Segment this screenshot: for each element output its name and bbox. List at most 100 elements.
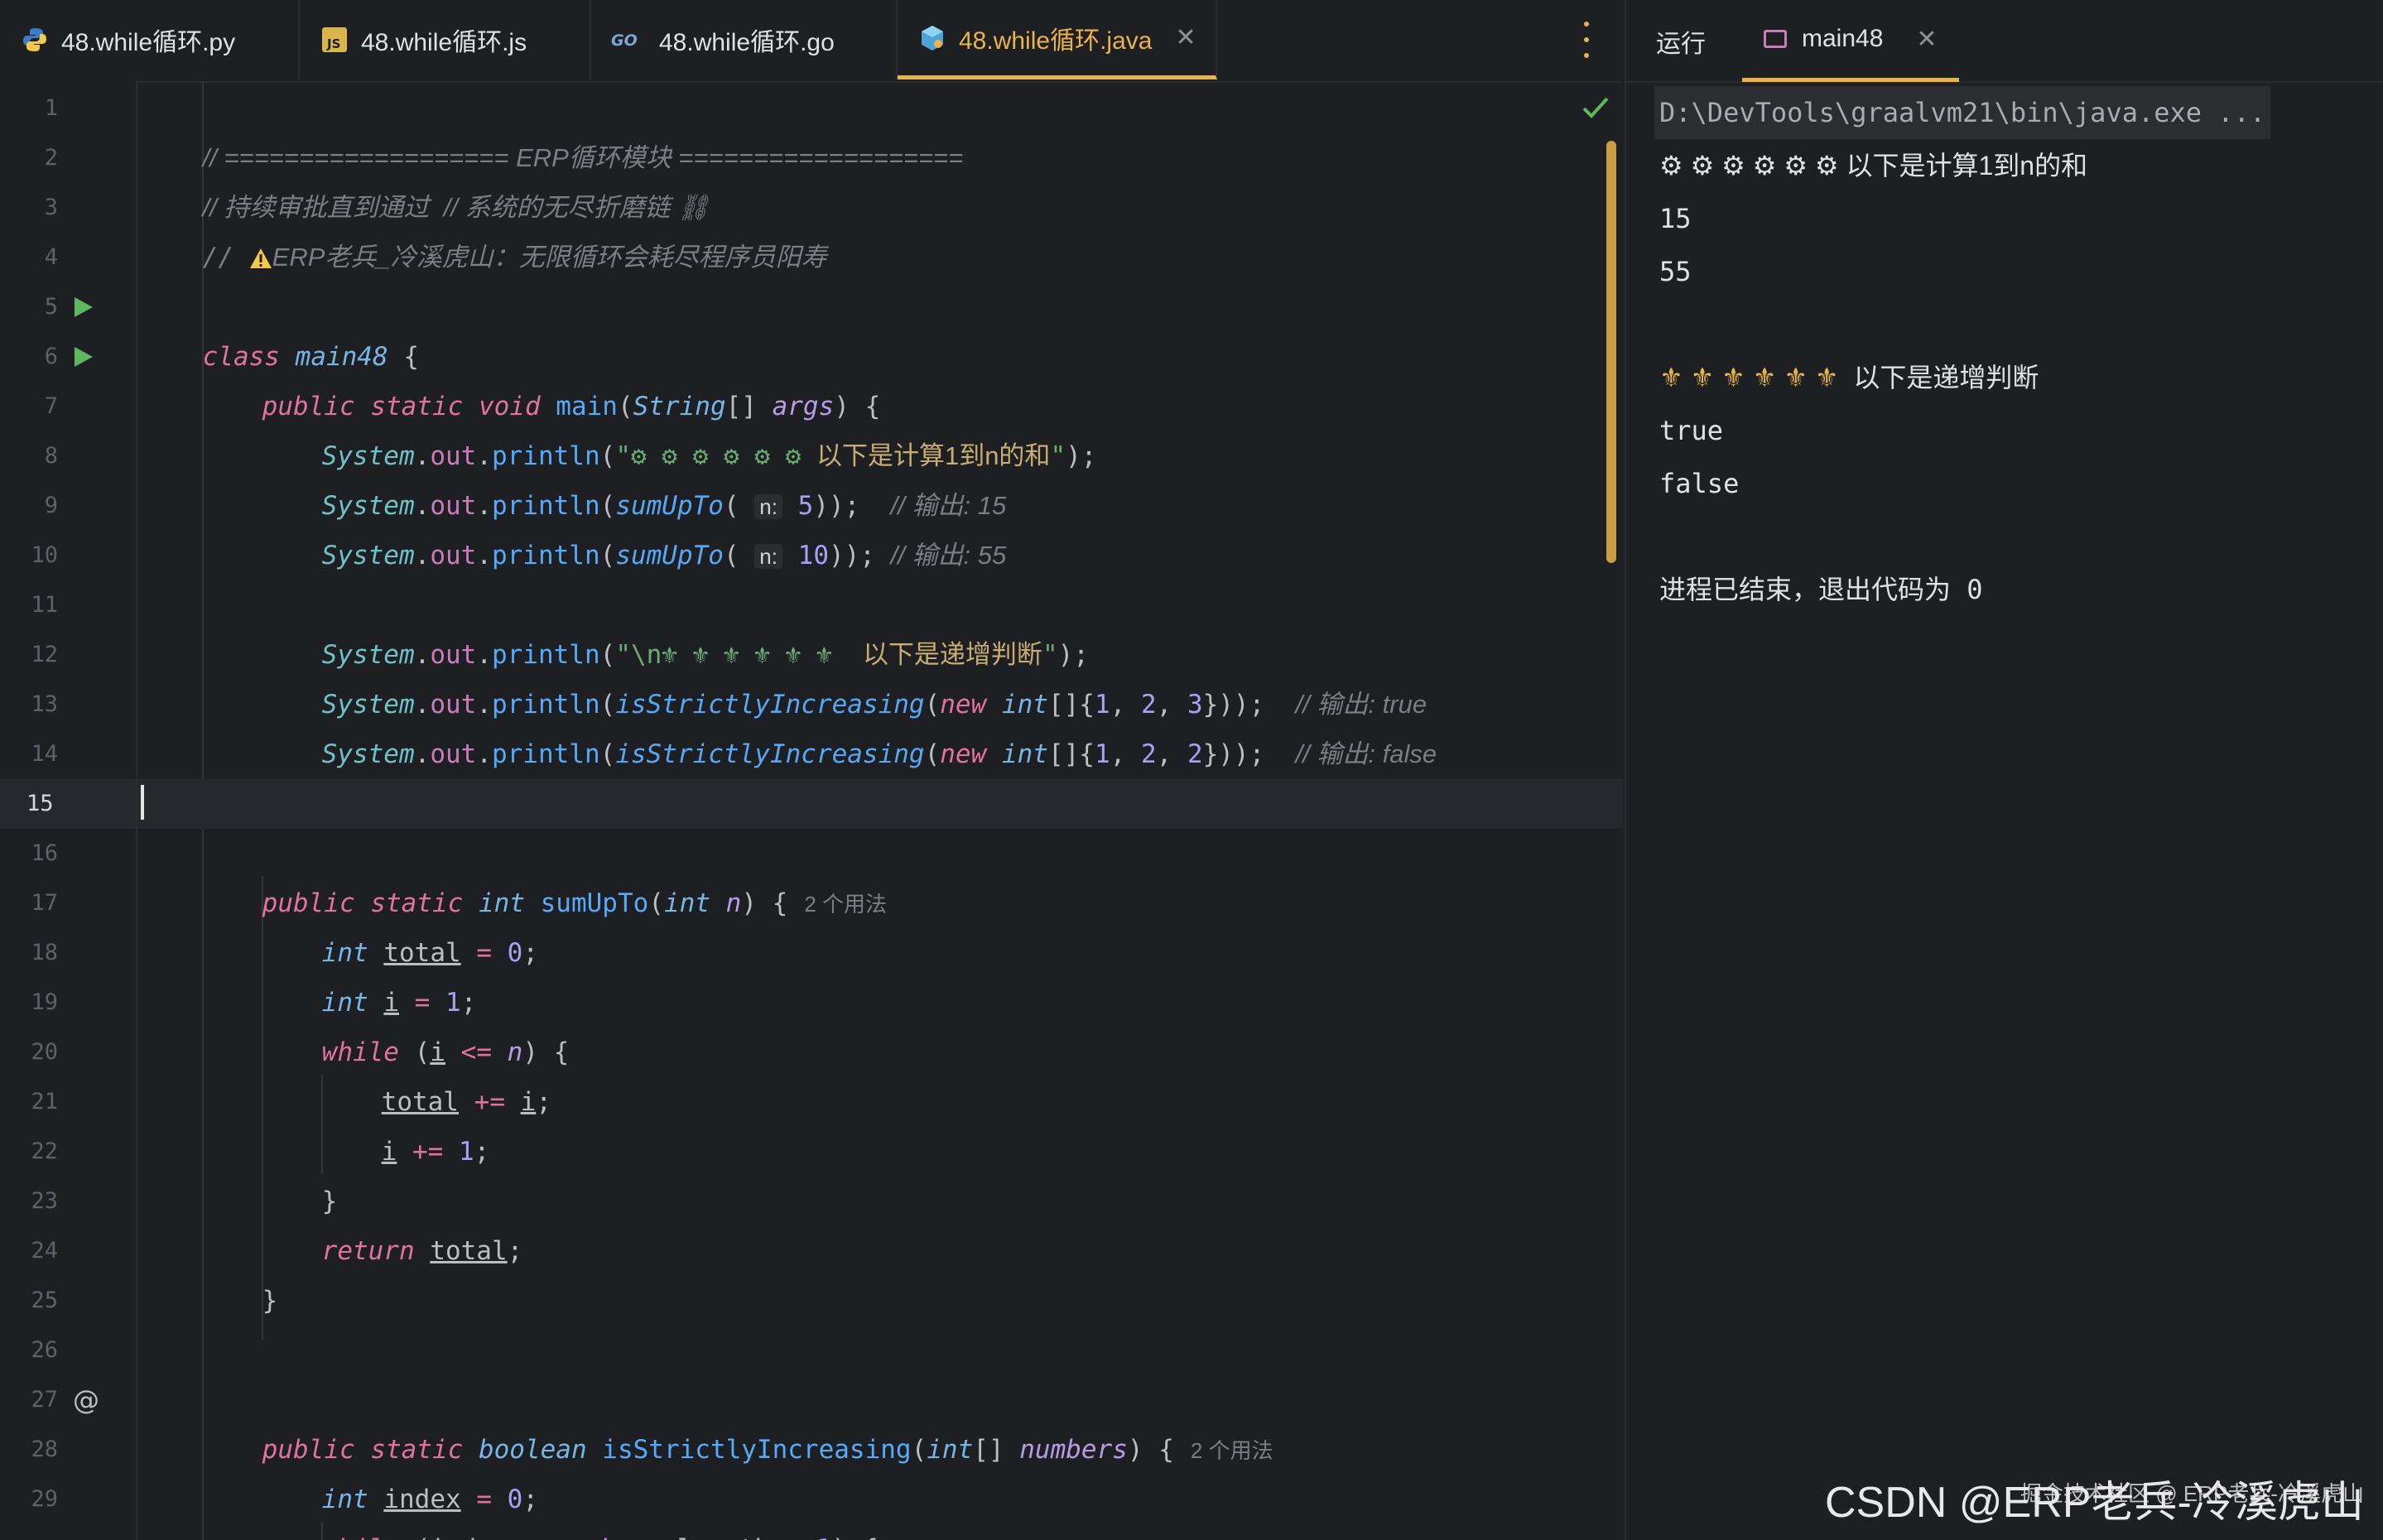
code-line-7: System.out.println("⚙ ⚙ ⚙ ⚙ ⚙ ⚙ 以下是计算1到n…: [321, 441, 1097, 471]
line-number: 20: [31, 1039, 58, 1065]
text-caret: [141, 785, 144, 820]
console-line: 55: [1659, 256, 1692, 287]
line-number: 13: [31, 691, 58, 717]
console-output[interactable]: D:\DevTools\graalvm21\bin\java.exe ... ⚙…: [1654, 86, 2371, 616]
line-number: 9: [44, 493, 58, 518]
line-number: 19: [31, 989, 58, 1015]
console-line: true: [1659, 415, 1724, 446]
run-main-icon[interactable]: [73, 332, 96, 382]
go-icon: GO: [611, 25, 648, 55]
run-class-icon[interactable]: [73, 282, 96, 332]
line-number: 26: [31, 1337, 58, 1363]
line-number: 8: [44, 443, 58, 469]
code-line-2: // 持续审批直到通过 // 系统的无尽折磨链 ⛓: [141, 133, 1623, 222]
line-number: 21: [31, 1089, 58, 1114]
code-line-19: while (i <= n) {: [321, 1037, 570, 1067]
console-line: false: [1659, 468, 1740, 499]
line-number: 3: [44, 195, 58, 220]
watermark: CSDN @ERP老兵-冷溪虎山: [1825, 1479, 2364, 1527]
code-editor[interactable]: // =================== ERP循环模块 =========…: [137, 81, 1623, 1540]
code-line-16: public static int sumUpTo(int n) {2 个用法: [262, 888, 887, 918]
code-line-21: i += 1;: [381, 1137, 490, 1167]
close-icon[interactable]: ✕: [1175, 23, 1196, 52]
code-line-1: // =================== ERP循环模块 =========…: [141, 84, 1623, 172]
more-tabs-icon[interactable]: [1573, 17, 1600, 63]
code-line-14: }: [141, 729, 1623, 819]
line-number-gutter: 1 2 3 4 5 6 7 8 9 10 11 12 13 14 15 16 1…: [0, 81, 137, 1540]
code-line-27: int index = 0;: [321, 1485, 539, 1514]
annotation-at-icon[interactable]: @: [73, 1375, 99, 1425]
run-title: 运行: [1656, 31, 1706, 58]
code-line-6: public static void main(String[] args) {: [262, 392, 881, 421]
comment: // 输出: 55: [890, 541, 1007, 570]
tab-go-file[interactable]: GO 48.while循环.go: [591, 0, 898, 79]
line-number: 24: [31, 1238, 58, 1263]
tab-javascript-file[interactable]: JS 48.while循环.js: [300, 0, 591, 79]
line-number: 10: [31, 542, 58, 568]
line-number: 22: [31, 1138, 58, 1164]
code-line-22: }: [321, 1186, 338, 1216]
fleur-de-lis-icon: ⚜ ⚜ ⚜ ⚜ ⚜ ⚜: [1659, 363, 1839, 392]
exit-text: 进程已结束，退出代码为: [1659, 575, 1952, 604]
java-icon: [917, 23, 947, 53]
code-line-8: System.out.println(sumUpTo( n: 5)); // 输…: [321, 491, 1007, 521]
code-line-15-current: [137, 779, 1623, 829]
tab-label: 48.while循环.js: [361, 29, 527, 56]
line-number: 2: [44, 145, 58, 171]
run-header: 运行 main48 ✕: [1626, 0, 2383, 83]
code-line-20: total += i;: [381, 1087, 551, 1117]
tab-label: 48.while循环.java: [959, 26, 1153, 55]
warning-icon: [249, 243, 272, 272]
line-number: 23: [31, 1188, 58, 1214]
checkmark-icon: [1581, 95, 1610, 123]
line-number: 1: [44, 95, 58, 121]
close-icon[interactable]: ✕: [1916, 25, 1937, 54]
code-line-17: int total = 0;: [321, 938, 539, 968]
tab-label: 48.while循环.go: [659, 29, 835, 56]
tab-java-file[interactable]: 48.while循环.java ✕: [898, 0, 1217, 79]
code-line-28: while (index < numbers.length - 1) {: [141, 1475, 1623, 1540]
line-number: 7: [44, 393, 58, 419]
console-line: ⚙ ⚙ ⚙ ⚙ ⚙ ⚙ 以下是计算1到n的和: [1659, 139, 2371, 192]
console-command: D:\DevTools\graalvm21\bin\java.exe ...: [1654, 86, 2271, 139]
code-line-11: System.out.println("\n⚜ ⚜ ⚜ ⚜ ⚜ ⚜ 以下是递增判…: [321, 640, 1089, 670]
comment: ERP老兵_冷溪虎山：无限循环会耗尽程序员阳寿: [272, 243, 827, 272]
console-line: ⚜ ⚜ ⚜ ⚜ ⚜ ⚜ 以下是递增判断: [1659, 351, 2371, 404]
line-number: 14: [31, 741, 58, 767]
line-number: 17: [31, 890, 58, 916]
tab-run-main48[interactable]: main48 ✕: [1742, 0, 1959, 82]
code-line-13: System.out.println(isStrictlyIncreasing(…: [321, 739, 1437, 769]
param-hint: n:: [754, 544, 782, 569]
run-tab-label: main48: [1802, 25, 1884, 52]
line-number: 5: [44, 294, 58, 320]
line-number: 29: [31, 1486, 58, 1512]
code-line-26: public static boolean isStrictlyIncreasi…: [262, 1435, 1273, 1465]
tab-label: 48.while循环.py: [61, 29, 236, 56]
svg-text:GO: GO: [611, 31, 638, 50]
line-number: 12: [31, 642, 58, 667]
line-number: 6: [44, 344, 58, 369]
console-icon: [1764, 30, 1787, 48]
editor-tab-bar: 48.while循环.py JS 48.while循环.js GO 48.whi…: [0, 0, 1623, 83]
line-number: 18: [31, 940, 58, 965]
console-text: 以下是递增判断: [1853, 363, 2039, 392]
console-exit-line: 进程已结束，退出代码为 0: [1659, 563, 2371, 616]
class-ref: System: [321, 541, 415, 570]
code-line-24: }: [262, 1286, 278, 1316]
javascript-icon: JS: [320, 25, 349, 55]
comment-prefix: //: [202, 243, 249, 272]
console-line: 15: [1659, 203, 1692, 234]
code-line-18: int i = 1;: [321, 988, 477, 1018]
svg-text:JS: JS: [326, 36, 340, 51]
console-text: 以下是计算1到n的和: [1846, 151, 2088, 180]
line-number: 4: [44, 244, 58, 270]
code-line-5: class main48 {: [202, 342, 419, 372]
tab-python-file[interactable]: 48.while循环.py: [0, 0, 300, 79]
field: out: [430, 541, 477, 570]
method-call: println: [491, 541, 600, 570]
code-line-9: System.out.println(sumUpTo( n: 10)); // …: [321, 541, 1007, 570]
scrollbar[interactable]: [1606, 141, 1616, 563]
line-number: 25: [31, 1287, 58, 1313]
